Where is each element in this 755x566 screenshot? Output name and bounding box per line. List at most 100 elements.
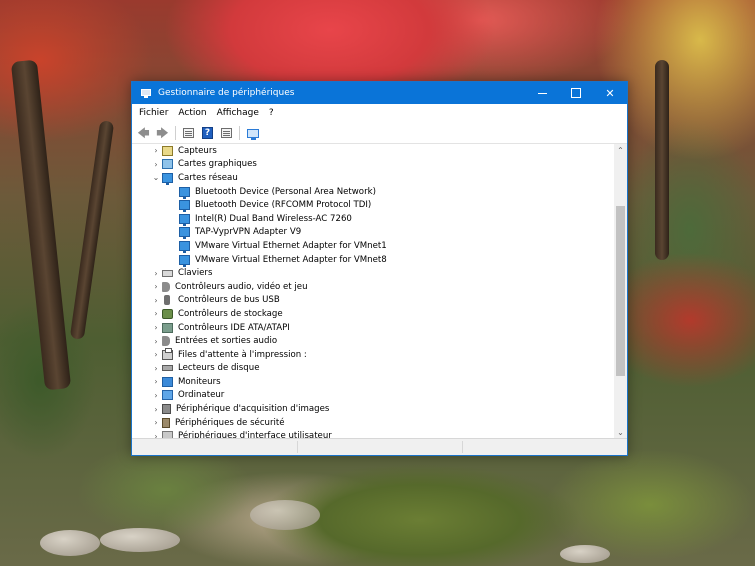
device-category[interactable]: › Périphérique d'acquisition d'images bbox=[132, 402, 614, 416]
device-category[interactable]: › Lecteurs de disque bbox=[132, 362, 614, 376]
back-button[interactable]: 🡄 bbox=[135, 125, 152, 141]
device-item[interactable]: Bluetooth Device (Personal Area Network) bbox=[132, 185, 614, 199]
chevron-right-icon[interactable]: › bbox=[151, 146, 161, 156]
device-category[interactable]: › Ordinateur bbox=[132, 389, 614, 403]
device-manager-window: Gestionnaire de périphériques ✕ Fichier … bbox=[131, 81, 628, 456]
display-adapter-icon bbox=[162, 159, 173, 170]
chevron-right-icon[interactable]: › bbox=[151, 282, 161, 292]
menu-help[interactable]: ? bbox=[264, 104, 279, 123]
chevron-right-icon[interactable]: › bbox=[151, 363, 161, 373]
title-bar[interactable]: Gestionnaire de périphériques ✕ bbox=[132, 82, 627, 104]
device-category[interactable]: › Files d'attente à l'impression : bbox=[132, 347, 614, 362]
help-icon: ? bbox=[202, 127, 213, 139]
disk-drive-icon bbox=[162, 365, 173, 372]
chevron-right-icon[interactable]: › bbox=[151, 295, 161, 305]
toolbar: 🡄 🡆 ? bbox=[132, 123, 627, 144]
device-category[interactable]: › Claviers bbox=[132, 266, 614, 280]
menu-bar: Fichier Action Affichage ? bbox=[132, 104, 627, 123]
menu-action[interactable]: Action bbox=[173, 104, 211, 123]
vertical-scrollbar[interactable]: ⌃ ⌄ bbox=[614, 144, 627, 439]
forward-button[interactable]: 🡆 bbox=[154, 125, 171, 141]
scroll-up-arrow-icon[interactable]: ⌃ bbox=[614, 144, 627, 157]
keyboard-icon bbox=[162, 269, 173, 277]
device-label: Lecteurs de disque bbox=[178, 363, 260, 374]
console-tree-icon bbox=[221, 128, 232, 138]
device-category[interactable]: › Moniteurs bbox=[132, 375, 614, 389]
status-divider bbox=[462, 441, 463, 453]
device-category[interactable]: › Capteurs bbox=[132, 144, 614, 158]
chevron-right-icon[interactable]: › bbox=[151, 323, 161, 333]
back-arrow-icon: 🡄 bbox=[137, 126, 150, 140]
device-label: Capteurs bbox=[178, 145, 217, 156]
minimize-button[interactable] bbox=[525, 82, 559, 104]
storage-icon bbox=[162, 308, 173, 319]
maximize-button[interactable] bbox=[559, 82, 593, 104]
device-item[interactable]: VMware Virtual Ethernet Adapter for VMne… bbox=[132, 239, 614, 253]
toolbar-separator bbox=[239, 126, 240, 140]
device-category[interactable]: › Périphériques de sécurité bbox=[132, 416, 614, 430]
chevron-right-icon[interactable]: › bbox=[151, 350, 161, 360]
minimize-icon bbox=[537, 92, 547, 94]
close-button[interactable]: ✕ bbox=[593, 82, 627, 104]
window-title: Gestionnaire de périphériques bbox=[158, 88, 295, 98]
usb-icon bbox=[164, 295, 170, 306]
printer-icon bbox=[162, 347, 173, 360]
device-label: Cartes réseau bbox=[178, 172, 238, 183]
scrollbar-thumb[interactable] bbox=[616, 206, 625, 376]
device-item[interactable]: Bluetooth Device (RFCOMM Protocol TDI) bbox=[132, 198, 614, 213]
camera-icon bbox=[162, 404, 171, 415]
device-tree-pane: › Capteurs › Cartes graphiques ⌄ Cartes résea… bbox=[132, 144, 627, 439]
device-category[interactable]: › Contrôleurs IDE ATA/ATAPI bbox=[132, 321, 614, 335]
scan-hardware-button[interactable] bbox=[244, 125, 261, 141]
device-category[interactable]: › Entrées et sorties audio bbox=[132, 334, 614, 348]
device-label: Contrôleurs audio, vidéo et jeu bbox=[175, 281, 308, 292]
device-label: VMware Virtual Ethernet Adapter for VMne… bbox=[195, 254, 387, 265]
close-icon: ✕ bbox=[605, 86, 615, 100]
computer-icon bbox=[162, 390, 173, 401]
ide-icon bbox=[162, 322, 173, 333]
security-device-icon bbox=[162, 417, 170, 428]
device-label: Périphériques de sécurité bbox=[175, 417, 285, 428]
chevron-right-icon[interactable]: › bbox=[151, 268, 161, 278]
chevron-right-icon[interactable]: › bbox=[151, 377, 161, 387]
help-button[interactable]: ? bbox=[199, 125, 216, 141]
status-divider bbox=[297, 441, 298, 453]
chevron-right-icon[interactable]: › bbox=[151, 309, 161, 319]
chevron-right-icon[interactable]: › bbox=[151, 418, 161, 428]
audio-icon bbox=[162, 336, 170, 347]
chevron-down-icon[interactable]: ⌄ bbox=[151, 173, 161, 183]
chevron-right-icon[interactable]: › bbox=[151, 404, 161, 414]
menu-fichier[interactable]: Fichier bbox=[134, 104, 173, 123]
network-adapter-icon bbox=[179, 186, 190, 199]
properties-button[interactable] bbox=[180, 125, 197, 141]
audio-icon bbox=[162, 281, 170, 292]
chevron-right-icon[interactable]: › bbox=[151, 159, 161, 169]
device-category[interactable]: ⌄ Cartes réseau bbox=[132, 171, 614, 185]
device-label: Intel(R) Dual Band Wireless-AC 7260 bbox=[195, 213, 352, 224]
menu-affichage[interactable]: Affichage bbox=[212, 104, 264, 123]
chevron-right-icon[interactable]: › bbox=[151, 336, 161, 346]
device-label: Bluetooth Device (Personal Area Network) bbox=[195, 186, 376, 197]
network-adapter-icon bbox=[179, 200, 190, 213]
status-bar bbox=[132, 438, 627, 455]
device-category[interactable]: › Contrôleurs de stockage bbox=[132, 307, 614, 321]
device-category[interactable]: › Contrôleurs audio, vidéo et jeu bbox=[132, 280, 614, 294]
device-label: Entrées et sorties audio bbox=[175, 336, 278, 347]
forward-arrow-icon: 🡆 bbox=[156, 126, 169, 140]
device-label: Bluetooth Device (RFCOMM Protocol TDI) bbox=[195, 200, 372, 211]
network-adapter-icon bbox=[179, 213, 190, 226]
network-adapter-icon bbox=[179, 240, 190, 253]
device-label: Contrôleurs de stockage bbox=[178, 308, 283, 319]
device-label: Contrôleurs IDE ATA/ATAPI bbox=[178, 322, 290, 333]
console-tree-button[interactable] bbox=[218, 125, 235, 141]
device-item[interactable]: Intel(R) Dual Band Wireless-AC 7260 bbox=[132, 212, 614, 226]
scan-hardware-icon bbox=[246, 128, 259, 140]
device-category[interactable]: › Cartes graphiques bbox=[132, 158, 614, 172]
chevron-right-icon[interactable]: › bbox=[151, 390, 161, 400]
device-label: VMware Virtual Ethernet Adapter for VMne… bbox=[195, 240, 387, 251]
device-item[interactable]: TAP-VyprVPN Adapter V9 bbox=[132, 226, 614, 240]
properties-icon bbox=[183, 128, 194, 138]
network-adapter-icon bbox=[179, 254, 190, 267]
device-category[interactable]: › Contrôleurs de bus USB bbox=[132, 294, 614, 308]
device-item[interactable]: VMware Virtual Ethernet Adapter for VMne… bbox=[132, 253, 614, 267]
